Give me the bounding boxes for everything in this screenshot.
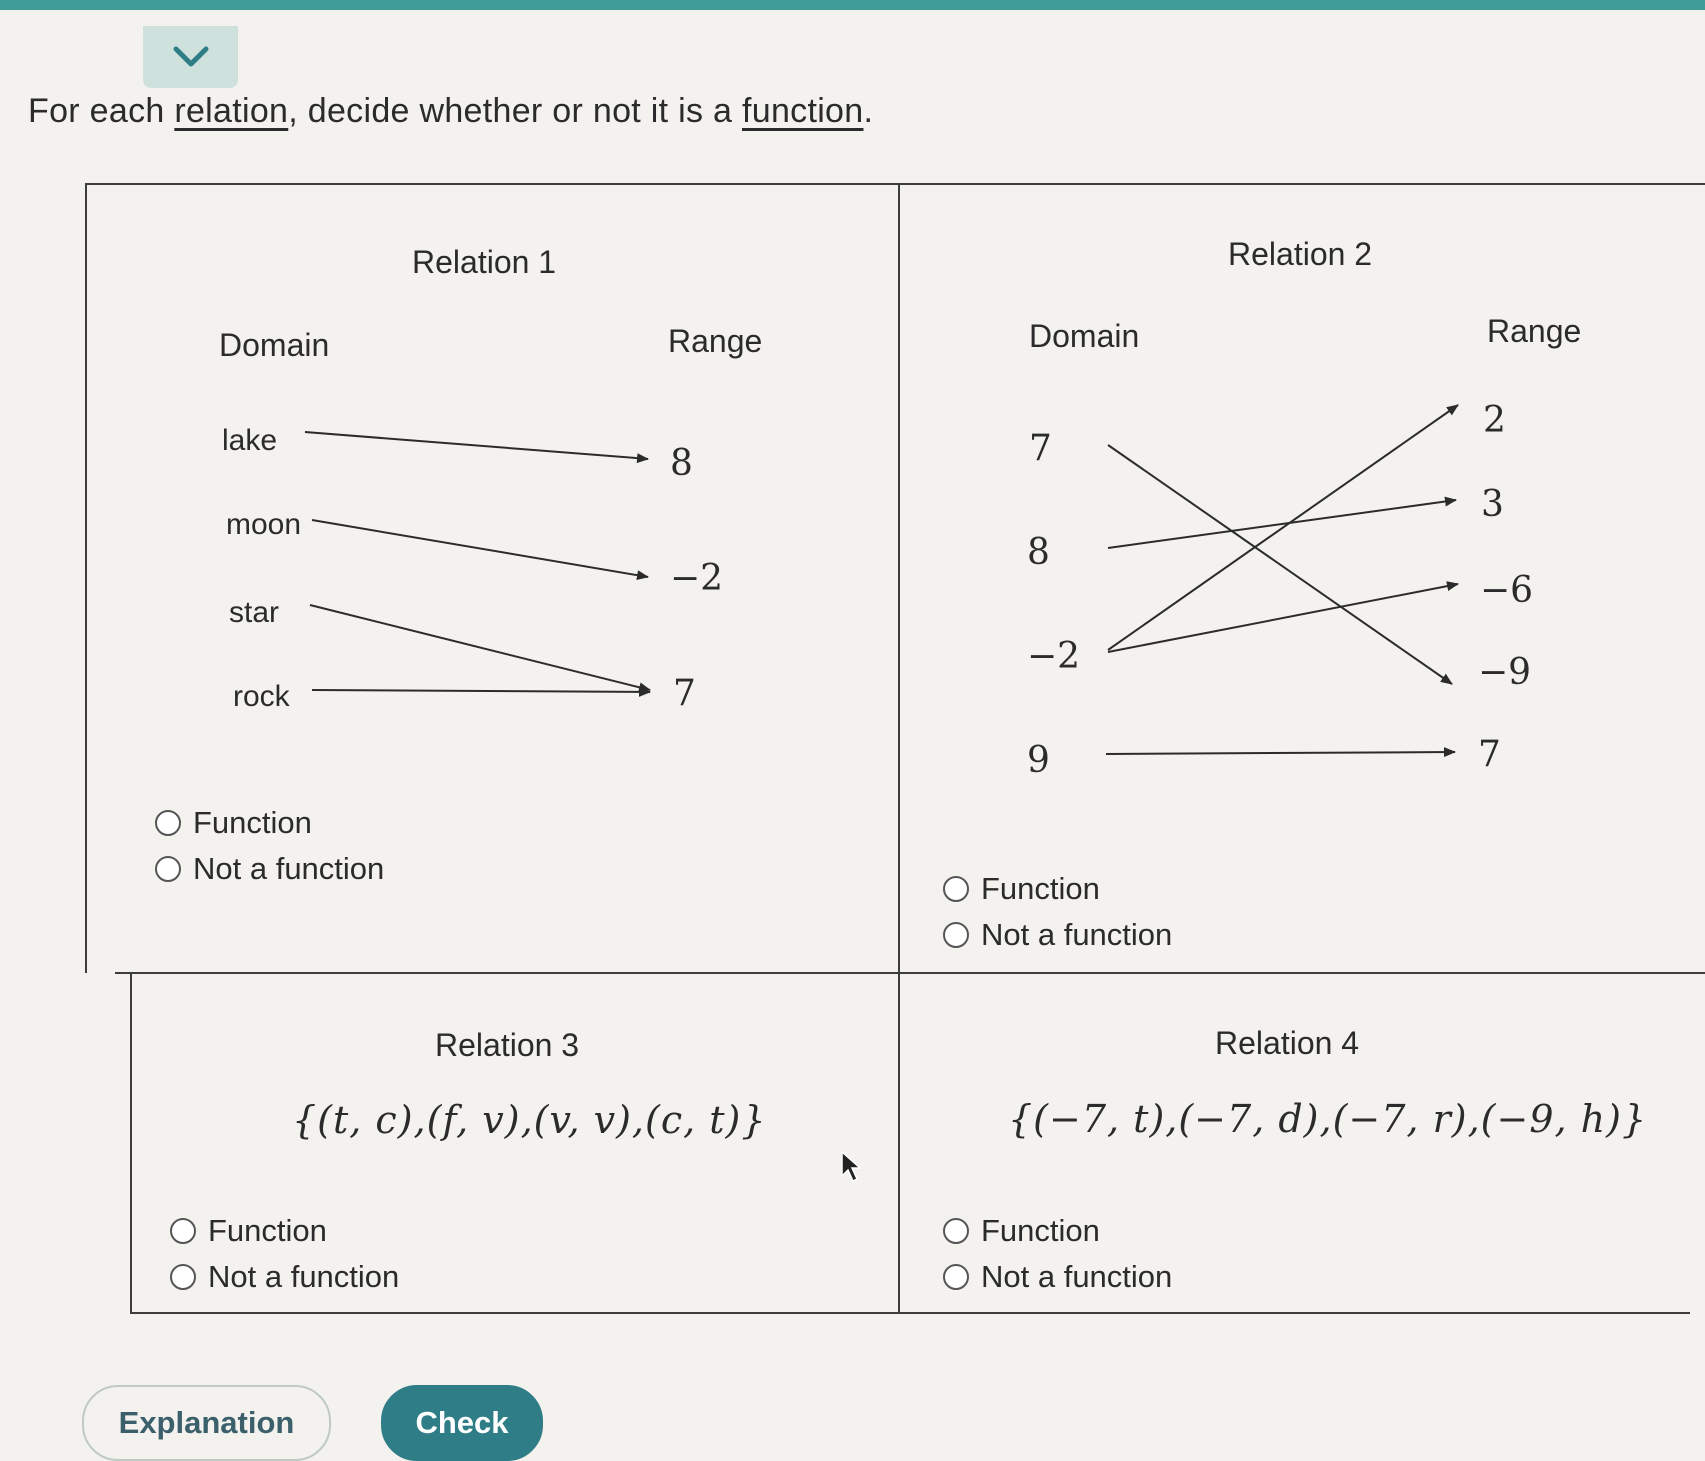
relation-4-not-function-option[interactable]: Not a function	[943, 1254, 1172, 1300]
relation-2-not-function-option[interactable]: Not a function	[943, 912, 1172, 958]
explanation-button[interactable]: Explanation	[82, 1385, 331, 1461]
arrow-7-to-neg9	[1107, 444, 1453, 685]
relation-3-function-option[interactable]: Function	[170, 1208, 399, 1254]
relation-2-function-option[interactable]: Function	[943, 866, 1172, 912]
option-label: Function	[208, 1213, 327, 1248]
relation-3-title: Relation 3	[435, 1027, 580, 1063]
radio-icon[interactable]	[943, 1264, 969, 1290]
radio-icon[interactable]	[943, 922, 969, 948]
option-label: Not a function	[981, 917, 1173, 952]
option-label: Not a function	[208, 1259, 400, 1294]
relation-2-options: Function Not a function	[943, 866, 1172, 958]
arrow-neg2-to-2	[1107, 404, 1459, 651]
relation-3-ordered-pairs: {(t, c),(f, v),(v, v),(c, t)}	[292, 1098, 767, 1142]
relation-4-function-option[interactable]: Function	[943, 1208, 1172, 1254]
option-label: Function	[981, 871, 1100, 906]
relation-4-ordered-pairs: {(−7, t),(−7, d),(−7, r),(−9, h)}	[1008, 1097, 1648, 1141]
radio-icon[interactable]	[170, 1218, 196, 1244]
relation-4-options: Function Not a function	[943, 1208, 1172, 1300]
arrow-neg2-to-neg6	[1107, 581, 1459, 653]
option-label: Not a function	[981, 1259, 1173, 1294]
option-label: Function	[981, 1213, 1100, 1248]
relation-4-title: Relation 4	[1215, 1025, 1360, 1061]
arrow-8-to-3	[1107, 496, 1457, 549]
radio-icon[interactable]	[170, 1264, 196, 1290]
check-button[interactable]: Check	[381, 1385, 543, 1461]
radio-icon[interactable]	[943, 1218, 969, 1244]
relation-3-not-function-option[interactable]: Not a function	[170, 1254, 399, 1300]
mouse-pointer-icon	[841, 1150, 862, 1183]
radio-icon[interactable]	[943, 876, 969, 902]
relation-3-options: Function Not a function	[170, 1208, 399, 1300]
arrow-9-to-7	[1105, 747, 1456, 758]
